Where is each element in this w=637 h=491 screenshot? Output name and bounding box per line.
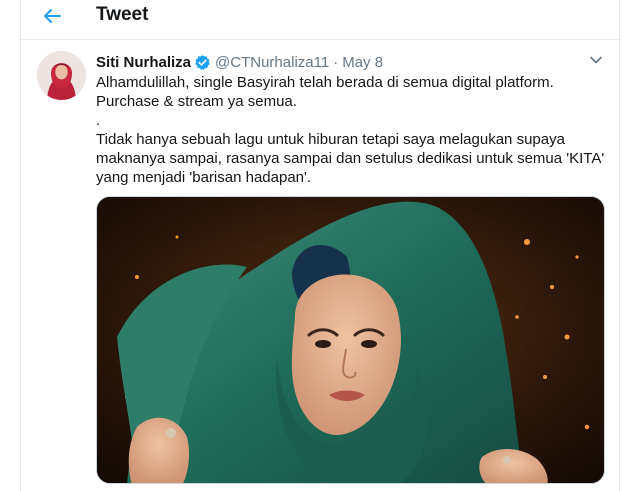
- tweet-text-line: Purchase & stream ya semua.: [96, 93, 297, 110]
- page-title: Tweet: [96, 4, 149, 25]
- chevron-down-icon: [589, 53, 603, 72]
- tweet-text-line: Alhamdulillah, single Basyirah telah ber…: [96, 74, 554, 91]
- tweet-header: Siti Nurhaliza @CTNurhaliza11 · May 8: [96, 52, 383, 72]
- arrow-left-icon: [42, 6, 62, 31]
- tweet-text-line: .: [96, 112, 101, 129]
- author-name[interactable]: Siti Nurhaliza: [96, 54, 191, 71]
- more-options-button[interactable]: [586, 52, 606, 72]
- avatar[interactable]: [37, 51, 86, 100]
- tweet-date[interactable]: May 8: [342, 54, 383, 71]
- tweet-text-line: Tidak hanya sebuah lagu untuk hiburan te…: [96, 131, 605, 186]
- tweet-image[interactable]: [96, 196, 605, 484]
- verified-badge-icon: [194, 54, 211, 71]
- separator-dot: ·: [333, 53, 339, 71]
- page-header: Tweet: [21, 0, 619, 40]
- tweet-item[interactable]: Siti Nurhaliza @CTNurhaliza11 · May 8 Al…: [21, 40, 619, 491]
- back-button[interactable]: [37, 3, 67, 33]
- tweet-text: Alhamdulillah, single Basyirah telah ber…: [96, 73, 606, 187]
- tweet-panel: Tweet Siti Nurhaliza @CTNurhaliza11 · Ma…: [20, 0, 620, 491]
- author-handle[interactable]: @CTNurhaliza11: [215, 54, 329, 71]
